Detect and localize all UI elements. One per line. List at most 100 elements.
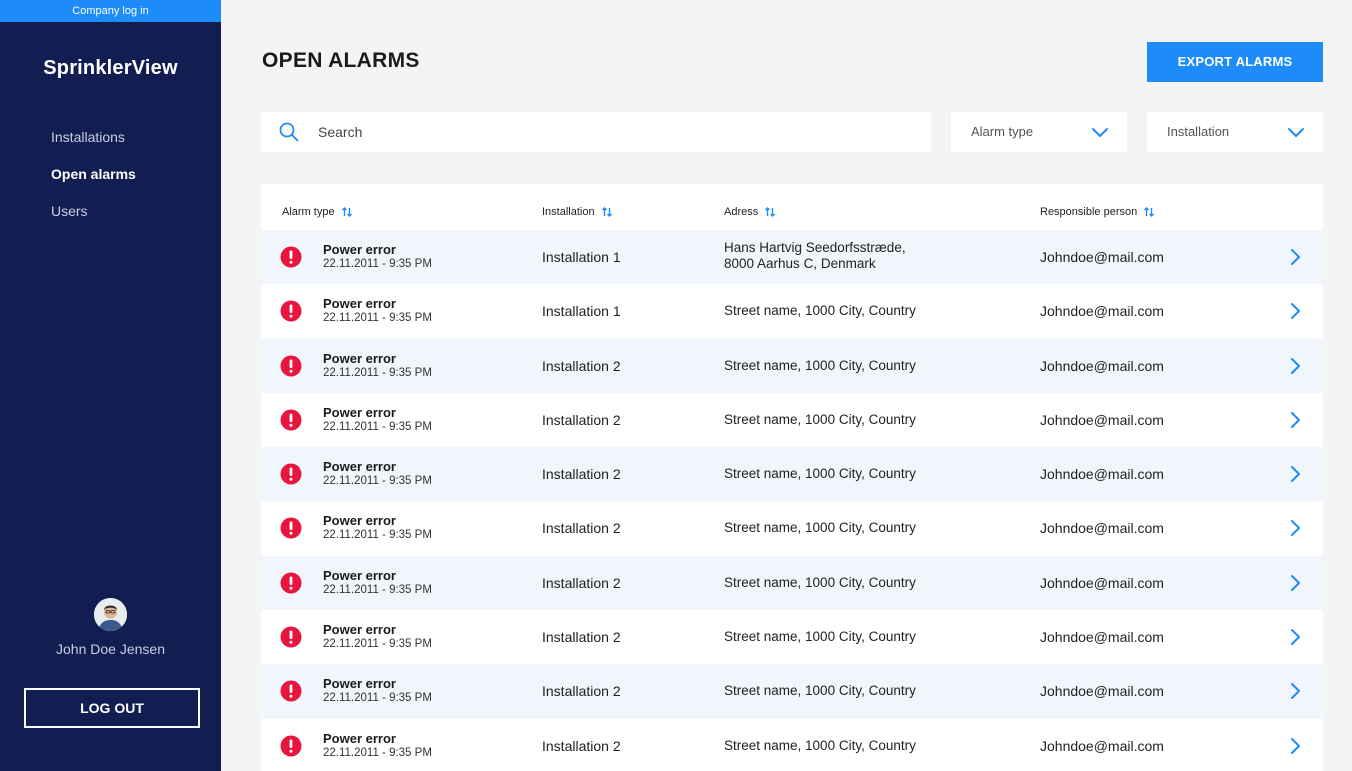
search-icon[interactable]	[279, 122, 299, 142]
column-header-label: Installation	[542, 206, 595, 218]
table-row[interactable]: Power error 22.11.2011 - 9:35 PM Installat…	[261, 719, 1323, 771]
alarm-type-dropdown-label: Alarm type	[971, 124, 1034, 139]
address-cell: Street name, 1000 City, Country	[724, 683, 984, 699]
table-row[interactable]: Power error 22.11.2011 - 9:35 PM Installat…	[261, 610, 1323, 664]
installation-dropdown-label: Installation	[1167, 124, 1230, 139]
installation-cell: Installation 2	[542, 629, 621, 646]
table-row[interactable]: Power error 22.11.2011 - 9:35 PM Installat…	[261, 284, 1323, 338]
address-cell: Street name, 1000 City, Country	[724, 466, 984, 482]
address-cell: Street name, 1000 City, Country	[724, 358, 984, 374]
chevron-right-icon[interactable]	[1288, 302, 1302, 320]
column-header-alarm-type[interactable]: Alarm type	[282, 206, 352, 218]
installation-cell: Installation 2	[542, 683, 621, 700]
table-row[interactable]: Power error 22.11.2011 - 9:35 PM Installat…	[261, 555, 1323, 611]
search-input[interactable]	[318, 112, 918, 152]
alarm-type: Power error	[323, 404, 396, 420]
column-header-label: Adress	[724, 206, 759, 218]
alarm-timestamp: 22.11.2011 - 9:35 PM	[323, 692, 432, 705]
address-cell: Street name, 1000 City, Country	[724, 520, 984, 536]
alarm-timestamp: 22.11.2011 - 9:35 PM	[323, 312, 432, 325]
address-line-2: 8000 Aarhus C, Denmark	[724, 256, 876, 271]
address-line-1: Street name, 1000 City, Country	[724, 303, 916, 319]
user-name: John Doe Jensen	[56, 641, 165, 657]
column-header-responsible-person[interactable]: Responsible person	[1040, 206, 1155, 218]
alarm-type: Power error	[323, 622, 396, 638]
chevron-right-icon[interactable]	[1288, 411, 1302, 429]
installation-cell: Installation 2	[542, 574, 621, 591]
sort-icon	[1144, 207, 1155, 218]
company-login-link[interactable]: Company log in	[0, 0, 221, 22]
chevron-right-icon[interactable]	[1288, 465, 1302, 483]
sidebar-item-installations[interactable]: Installations	[51, 129, 136, 148]
address-line-1: Street name, 1000 City, Country	[724, 683, 916, 699]
address-line-1: Street name, 1000 City, Country	[724, 411, 916, 427]
sort-icon	[341, 207, 352, 218]
address-cell: Street name, 1000 City, Country	[724, 738, 984, 754]
alarm-timestamp: 22.11.2011 - 9:35 PM	[323, 583, 432, 596]
installation-cell: Installation 2	[542, 411, 621, 428]
alarm-type: Power error	[323, 459, 396, 475]
alarm-type: Power error	[323, 567, 396, 583]
responsible-person-cell: Johndoe@mail.com	[1040, 357, 1164, 374]
column-header-installation[interactable]: Installation	[542, 206, 612, 218]
avatar[interactable]	[94, 598, 127, 631]
alarm-type: Power error	[323, 513, 396, 529]
table-row[interactable]: Power error 22.11.2011 - 9:35 PM Installat…	[261, 664, 1323, 719]
alarm-type: Power error	[323, 730, 396, 746]
alarm-type: Power error	[323, 296, 396, 312]
installation-cell: Installation 1	[542, 303, 621, 320]
alarm-timestamp: 22.11.2011 - 9:35 PM	[323, 420, 432, 433]
address-line-1: Street name, 1000 City, Country	[724, 466, 916, 482]
alert-icon	[280, 517, 302, 539]
sidebar-item-open-alarms[interactable]: Open alarms	[51, 166, 136, 185]
user-avatar-icon	[94, 598, 127, 631]
installation-cell: Installation 2	[542, 520, 621, 537]
chevron-down-icon	[1092, 128, 1108, 137]
alarm-timestamp: 22.11.2011 - 9:35 PM	[323, 475, 432, 488]
sidebar-item-users[interactable]: Users	[51, 203, 136, 222]
alarm-type: Power error	[323, 242, 396, 257]
table-row[interactable]: Power error 22.11.2011 - 9:35 PM Installat…	[261, 393, 1323, 447]
chevron-right-icon[interactable]	[1288, 682, 1302, 700]
table-row[interactable]: Power error 22.11.2011 - 9:35 PM Installat…	[261, 501, 1323, 555]
responsible-person-cell: Johndoe@mail.com	[1040, 683, 1164, 700]
alert-icon	[280, 680, 302, 702]
chevron-right-icon[interactable]	[1288, 248, 1302, 266]
table-row[interactable]: Power error 22.11.2011 - 9:35 PM Installat…	[261, 447, 1323, 502]
chevron-right-icon[interactable]	[1288, 519, 1302, 537]
responsible-person-cell: Johndoe@mail.com	[1040, 249, 1164, 265]
address-line-1: Street name, 1000 City, Country	[724, 574, 916, 590]
export-alarms-button[interactable]: EXPORT ALARMS	[1147, 42, 1323, 82]
alarm-type: Power error	[323, 350, 396, 366]
alert-icon	[280, 735, 302, 757]
chevron-right-icon[interactable]	[1288, 628, 1302, 646]
table-body: Power error 22.11.2011 - 9:35 PM Installat…	[261, 230, 1323, 771]
address-cell: Street name, 1000 City, Country	[724, 575, 984, 591]
table-row[interactable]: Power error 22.11.2011 - 9:35 PM Installat…	[261, 338, 1323, 393]
alert-icon	[280, 355, 302, 377]
installation-dropdown[interactable]: Installation	[1147, 112, 1323, 152]
address-line-1: Street name, 1000 City, Country	[724, 737, 916, 753]
responsible-person-cell: Johndoe@mail.com	[1040, 629, 1164, 646]
responsible-person-cell: Johndoe@mail.com	[1040, 303, 1164, 320]
chevron-down-icon	[1288, 128, 1304, 137]
chevron-right-icon[interactable]	[1288, 357, 1302, 375]
logout-button[interactable]: LOG OUT	[24, 688, 200, 728]
address-cell: Hans Hartvig Seedorfsstræde, 8000 Aarhus …	[724, 240, 984, 272]
alarm-type-dropdown[interactable]: Alarm type	[951, 112, 1127, 152]
sort-icon	[601, 207, 612, 218]
brand-logo[interactable]: SprinklerView	[0, 57, 221, 80]
address-line-1: Street name, 1000 City, Country	[724, 357, 916, 373]
column-header-label: Alarm type	[282, 206, 335, 218]
responsible-person-cell: Johndoe@mail.com	[1040, 466, 1164, 483]
chevron-right-icon[interactable]	[1288, 737, 1302, 755]
column-header-address[interactable]: Adress	[724, 206, 776, 218]
responsible-person-cell: Johndoe@mail.com	[1040, 574, 1164, 591]
chevron-right-icon[interactable]	[1288, 574, 1302, 592]
installation-cell: Installation 2	[542, 357, 621, 374]
table-row[interactable]: Power error 22.11.2011 - 9:35 PM Installat…	[261, 230, 1323, 285]
installation-cell: Installation 1	[542, 249, 621, 265]
sidebar-nav: Installations Open alarms Users	[51, 129, 136, 240]
installation-cell: Installation 2	[542, 737, 621, 754]
search-bar	[261, 112, 931, 152]
